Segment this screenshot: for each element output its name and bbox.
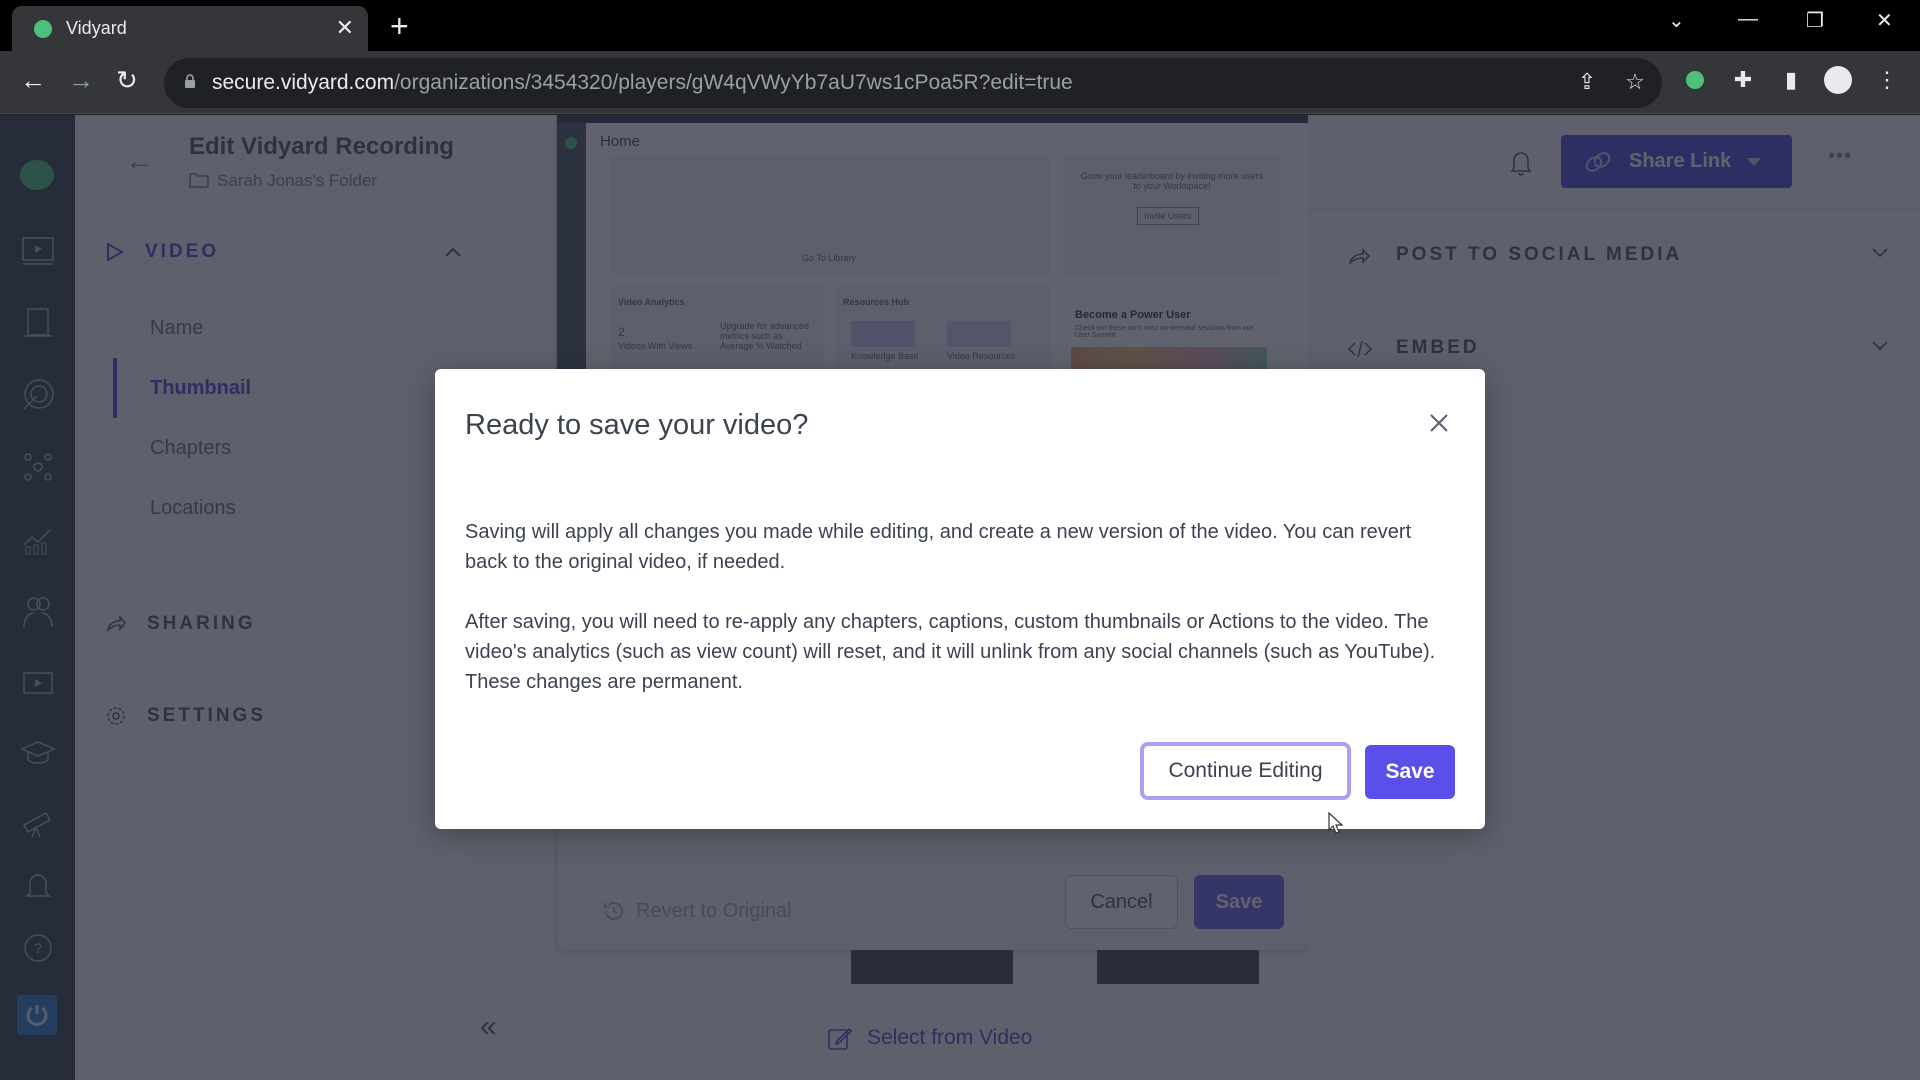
vidyard-favicon-icon: [34, 20, 52, 38]
close-icon[interactable]: [1427, 411, 1451, 435]
forward-icon[interactable]: →: [68, 65, 94, 96]
tab-search-icon[interactable]: ⌄: [1668, 8, 1685, 33]
address-bar[interactable]: secure.vidyard.com/organizations/3454320…: [164, 58, 1662, 108]
extensions-puzzle-icon[interactable]: ✚: [1728, 65, 1758, 95]
dialog-title: Ready to save your video?: [465, 409, 809, 441]
share-page-icon[interactable]: ⇪: [1572, 67, 1602, 97]
restore-icon[interactable]: ❐: [1806, 8, 1824, 33]
bookmark-star-icon[interactable]: ☆: [1620, 67, 1650, 97]
minimize-icon[interactable]: —: [1738, 8, 1758, 31]
side-panel-icon[interactable]: ▮: [1776, 65, 1806, 95]
save-button[interactable]: Save: [1365, 745, 1455, 799]
mouse-cursor-icon: [1328, 812, 1344, 834]
url-text: secure.vidyard.com/organizations/3454320…: [212, 71, 1073, 94]
vidyard-extension-icon[interactable]: [1680, 65, 1710, 95]
reload-icon[interactable]: ↻: [116, 65, 138, 96]
browser-titlebar: Vidyard ✕ + ⌄ — ❐ ✕: [0, 0, 1920, 51]
back-icon[interactable]: ←: [20, 65, 46, 96]
window-close-icon[interactable]: ✕: [1876, 8, 1893, 33]
tab-title: Vidyard: [66, 18, 127, 38]
continue-editing-button[interactable]: Continue Editing: [1140, 742, 1351, 800]
dialog-paragraph-1: Saving will apply all changes you made w…: [465, 521, 1412, 573]
dialog-paragraph-2: After saving, you will need to re-apply …: [465, 611, 1436, 693]
tab-close-icon[interactable]: ✕: [336, 15, 354, 41]
browser-menu-icon[interactable]: ⋮: [1872, 65, 1902, 95]
save-confirmation-dialog: Ready to save your video? Saving will ap…: [435, 369, 1485, 829]
browser-tab[interactable]: Vidyard ✕: [12, 6, 368, 51]
lock-icon: [185, 74, 195, 88]
browser-toolbar: ← → ↻ secure.vidyard.com/organizations/3…: [0, 51, 1920, 114]
new-tab-button[interactable]: +: [390, 8, 409, 45]
profile-avatar-icon[interactable]: [1823, 65, 1853, 95]
